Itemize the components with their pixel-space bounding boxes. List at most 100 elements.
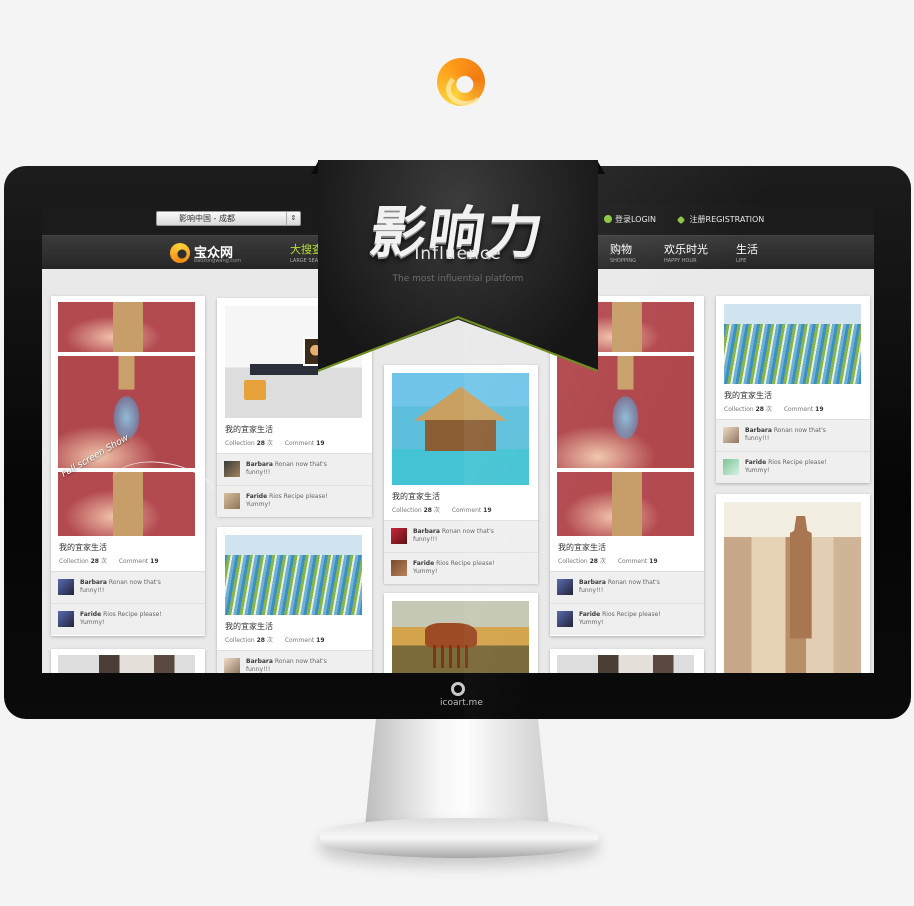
comment-user[interactable]: Barbara [579,579,606,586]
comment-row: Barbara Ronan now that's funny!!! [217,453,372,485]
collection-count: 28 [256,440,265,447]
card-title[interactable]: 我的宜家生活 [392,491,440,502]
card-image[interactable] [58,356,195,468]
comment-row: Faride Rios Recipe please! Yummy! [716,451,870,483]
comment-user[interactable]: Faride [413,560,434,567]
comment-label: Comment [783,406,814,413]
comment-text: Barbara Ronan now that's funny!!! [80,579,180,595]
monitor-brand-icon [451,682,465,696]
comment-user[interactable]: Barbara [246,658,273,665]
feed-card[interactable]: 我的宜家生活 Collection 28 次 Comment 19 Barbar… [716,296,870,483]
register-link[interactable]: 注册REGISTRATION [676,214,765,225]
avatar[interactable] [58,611,74,627]
comment-text: Faride Rios Recipe please! Yummy! [413,560,513,576]
comment-text: Faride Rios Recipe please! Yummy! [246,493,346,509]
card-image[interactable] [557,655,694,673]
card-title[interactable]: 我的宜家生活 [225,424,273,435]
monitor-brand: icoart.me [440,682,483,708]
avatar[interactable] [391,560,407,576]
card-meta: Collection 28 次 Comment 19 [724,404,824,413]
collection-unit: 次 [266,440,273,447]
card-image[interactable] [724,304,861,384]
card-image[interactable] [724,502,861,673]
comment-user[interactable]: Faride [80,611,101,618]
feed-card[interactable]: 我的宜家生活 Collection 28 次 Comment 19 Barbar… [217,527,372,673]
comment-row: Faride Rios Recipe please! Yummy! [51,603,205,635]
card-image[interactable] [58,655,195,673]
monitor-stand-base [320,818,598,858]
avatar[interactable] [723,427,739,443]
feed-card[interactable]: 我的宜家生活 Collection 28 次 Comment 19 Barbar… [384,365,538,584]
card-meta: Collection 28 次 Comment 19 [225,438,325,447]
card-title[interactable]: 我的宜家生活 [558,542,606,553]
comment-text: Barbara Ronan now that's funny!!! [745,427,845,443]
avatar[interactable] [224,461,240,477]
register-label: 注册REGISTRATION [689,215,765,224]
city-select[interactable]: 影响中国 - 成都 ⇕ [156,211,301,226]
comment-user[interactable]: Faride [246,493,267,500]
nav-item-sublabel: SHOPPING [610,258,636,264]
banner-subtitle: Influence [414,244,502,264]
card-meta: Collection 28 次 Comment 19 [392,505,492,514]
comment-user[interactable]: Faride [745,459,766,466]
card-meta: Collection 28 次 Comment 19 [225,635,325,644]
card-image[interactable] [392,373,529,485]
card-image[interactable] [392,601,529,673]
comment-count: 19 [649,558,658,565]
nav-item-label: 购物 [610,243,632,256]
collection-unit: 次 [765,406,772,413]
nav-item-sublabel: LIFE [736,258,747,264]
nav-item-life[interactable]: 生活 LIFE [736,241,758,264]
comment-row: Barbara Ronan now that's funny!!! [384,520,538,552]
comment-user[interactable]: Faride [579,611,600,618]
card-image[interactable] [58,302,195,352]
comment-label: Comment [118,558,149,565]
comment-user[interactable]: Barbara [80,579,107,586]
avatar[interactable] [557,579,573,595]
comment-row: Barbara Ronan now that's funny!!! [217,650,372,673]
avatar[interactable] [224,658,240,673]
comment-label: Comment [451,507,482,514]
comment-text: Faride Rios Recipe please! Yummy! [745,459,845,475]
comment-user[interactable]: Barbara [413,528,440,535]
comment-count: 19 [815,406,824,413]
comment-count: 19 [150,558,159,565]
card-title[interactable]: 我的宜家生活 [225,621,273,632]
collection-count: 28 [589,558,598,565]
nav-item-happy-hour[interactable]: 欢乐时光 HAPPY HOUR [664,241,708,264]
comment-row: Faride Rios Recipe please! Yummy! [217,485,372,517]
card-title[interactable]: 我的宜家生活 [724,390,772,401]
nav-item-label: 欢乐时光 [664,243,708,256]
comment-user[interactable]: Barbara [745,427,772,434]
comment-text: Faride Rios Recipe please! Yummy! [80,611,180,627]
feed-card[interactable] [51,649,205,673]
card-image[interactable] [557,472,694,536]
monitor-brand-label: icoart.me [440,698,483,708]
nav-item-shopping[interactable]: 购物 SHOPPING [610,241,636,264]
nav-item-label: 生活 [736,243,758,256]
comment-user[interactable]: Barbara [246,461,273,468]
avatar[interactable] [391,528,407,544]
avatar[interactable] [58,579,74,595]
avatar[interactable] [557,611,573,627]
collection-unit: 次 [100,558,107,565]
card-title[interactable]: 我的宜家生活 [59,542,107,553]
avatar[interactable] [723,459,739,475]
feed-card[interactable] [384,593,538,673]
feed-card[interactable] [716,494,870,673]
login-user-icon [604,215,612,223]
collection-label: Collection [59,558,89,565]
comment-label: Comment [284,440,315,447]
comment-row: Faride Rios Recipe please! Yummy! [550,603,704,635]
avatar[interactable] [224,493,240,509]
login-link[interactable]: 登录LOGIN [604,214,656,225]
feed-card[interactable] [550,649,704,673]
comment-count: 19 [316,637,325,644]
nav-item-sublabel: HAPPY HOUR [664,258,697,264]
comment-count: 19 [316,440,325,447]
brand-logo-icon [437,58,486,106]
collection-label: Collection [392,507,422,514]
card-image[interactable] [225,535,362,615]
card-image[interactable] [557,356,694,468]
comment-count: 19 [483,507,492,514]
